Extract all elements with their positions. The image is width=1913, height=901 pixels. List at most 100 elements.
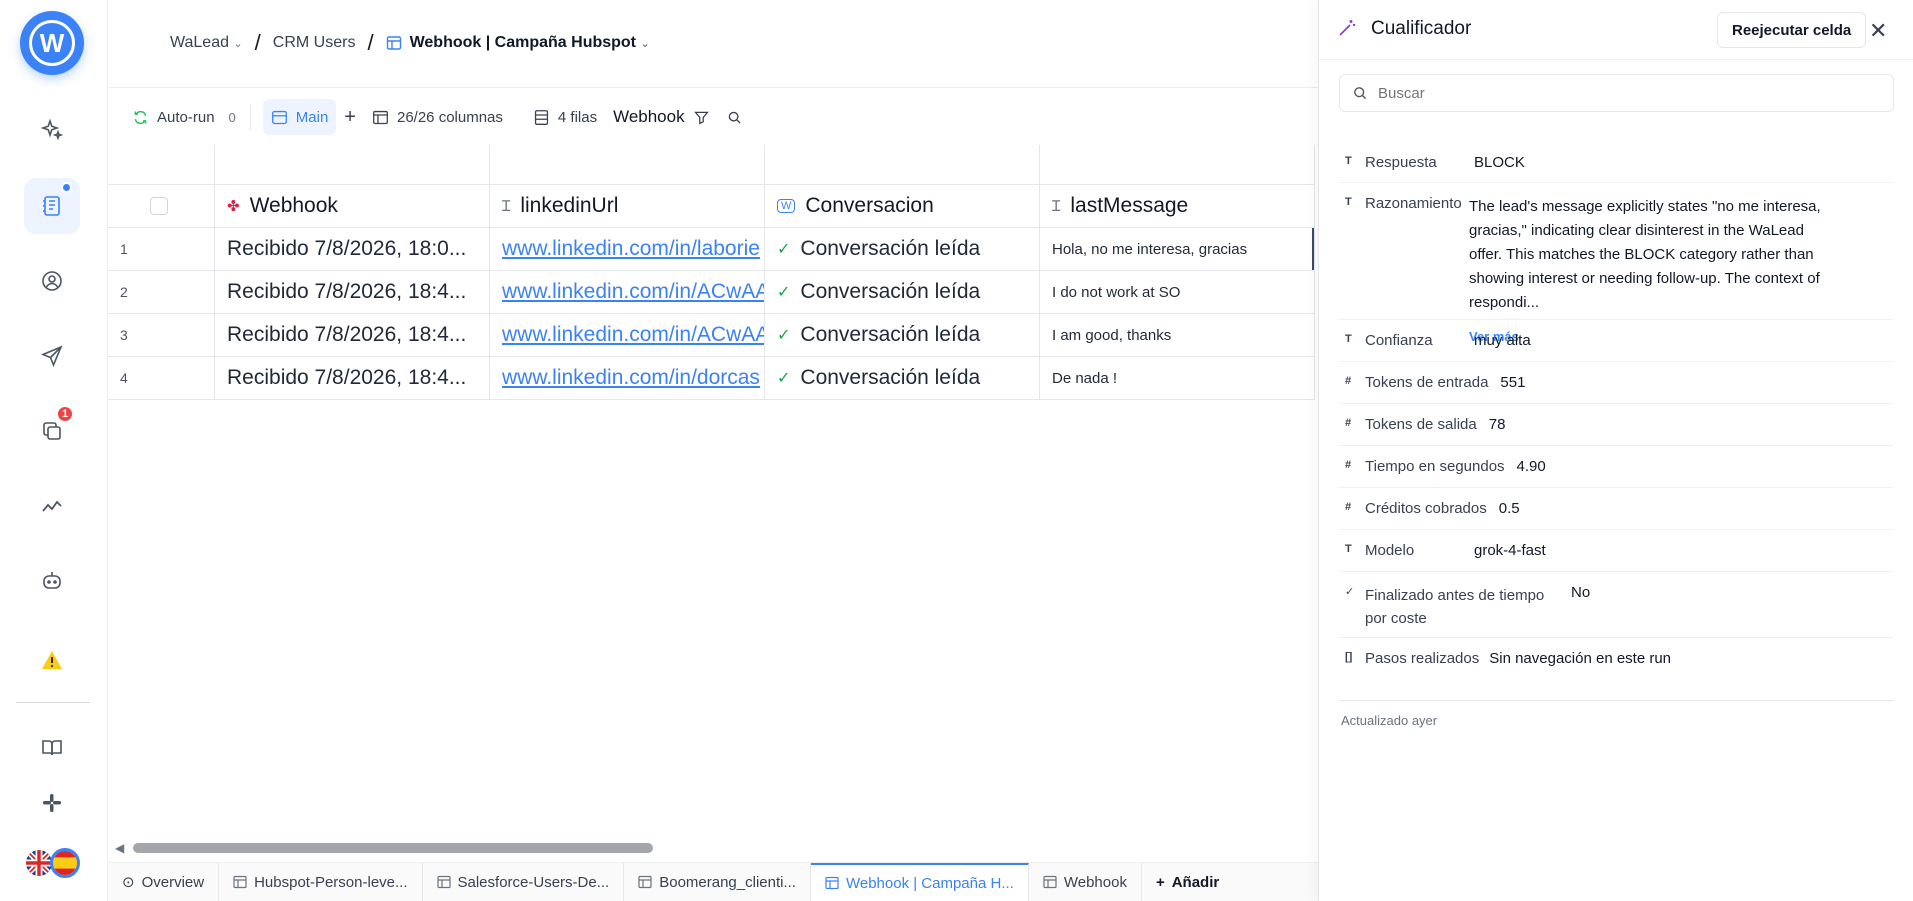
user-icon[interactable]	[24, 253, 80, 309]
tables-icon[interactable]	[24, 178, 80, 234]
sidebar-divider	[16, 702, 90, 703]
rows-icon	[534, 109, 548, 125]
tab-webhook[interactable]: Webhook	[1029, 862, 1142, 901]
tab-boomerang[interactable]: Boomerang_clienti...	[624, 862, 811, 901]
walead-icon: W	[777, 199, 796, 213]
breadcrumb: WaLead ⌄ / CRM Users / Webhook | Campaña…	[170, 30, 650, 56]
check-icon: ✓	[777, 370, 791, 387]
select-all-checkbox[interactable]	[150, 197, 168, 215]
plus-icon: +	[1155, 873, 1165, 891]
columns-button[interactable]: 26/26 columnas	[364, 99, 511, 135]
table-icon	[233, 875, 247, 889]
warning-icon[interactable]	[24, 632, 80, 688]
autorun-button[interactable]: Auto-run 0	[124, 99, 244, 135]
text-type-icon: Ɪ	[502, 198, 511, 215]
copy-icon[interactable]: 1	[24, 403, 80, 459]
analytics-icon[interactable]	[24, 478, 80, 534]
scrollbar-thumb[interactable]	[133, 843, 653, 853]
breadcrumb-section[interactable]: CRM Users	[273, 34, 356, 52]
search-input[interactable]	[1378, 84, 1858, 102]
scroll-left-icon[interactable]: ◀	[115, 841, 124, 855]
column-header-conversacion[interactable]: W Conversacion	[765, 185, 1040, 227]
text-type-icon: T	[1345, 543, 1352, 555]
chevron-down-icon: ⌄	[640, 38, 650, 50]
toolbar-divider	[249, 104, 251, 130]
field-finalizado: ✓ Finalizado antes de tiempo por coste N…	[1339, 572, 1894, 638]
table-row[interactable]: 2 Recibido 7/8/2026, 18:4... www.linkedi…	[108, 271, 1315, 314]
field-pasos: [] Pasos realizados Sin navegación en es…	[1339, 638, 1894, 680]
data-grid: ✤ Webhook ꞮlinkedinUrl W Conversacion Ɪlas…	[108, 145, 1318, 400]
select-all-cell	[108, 185, 215, 227]
slack-icon[interactable]	[24, 775, 80, 831]
field-razonamiento: T Razonamiento The lead's message explic…	[1339, 183, 1894, 344]
text-type-icon: T	[1345, 196, 1352, 208]
table-row[interactable]: 4 Recibido 7/8/2026, 18:4... www.linkedi…	[108, 357, 1315, 400]
magic-wand-icon	[1339, 20, 1355, 36]
panel-title: Cualificador	[1371, 18, 1472, 39]
header: WaLead ⌄ / CRM Users / Webhook | Campaña…	[108, 0, 1318, 88]
tab-hubspot[interactable]: Hubspot-Person-leve...	[219, 862, 423, 901]
table-row[interactable]: 3 Recibido 7/8/2026, 18:4... www.linkedi…	[108, 314, 1315, 357]
docs-icon[interactable]	[24, 720, 80, 776]
linkedin-link[interactable]: www.linkedin.com/in/laborie	[502, 237, 760, 261]
checkbox-type-icon: ✓	[1345, 586, 1355, 598]
sidebar: W 1	[0, 0, 108, 901]
circle-icon: ⊙	[122, 874, 135, 891]
walead-logo[interactable]: W	[20, 11, 84, 75]
cell-detail-panel: Cualificador Reejecutar celda ✕ T Respue…	[1318, 0, 1913, 901]
bot-icon[interactable]	[24, 553, 80, 609]
filter-icon	[693, 111, 709, 124]
updated-timestamp: Actualizado ayer	[1341, 713, 1438, 728]
text-type-icon: T	[1345, 333, 1352, 345]
column-header-webhook[interactable]: ✤ Webhook	[215, 185, 490, 227]
number-type-icon: #	[1345, 459, 1352, 471]
tab-salesforce[interactable]: Salesforce-Users-De...	[423, 862, 625, 901]
field-confianza: T Confianza muy alta	[1339, 320, 1894, 362]
column-header-lastmessage[interactable]: ꞮlastMessage	[1040, 185, 1315, 227]
field-tiempo: # Tiempo en segundos 4.90	[1339, 446, 1894, 488]
table-tabs: ⊙ Overview Hubspot-Person-leve... Salesfo…	[108, 862, 1318, 901]
table-row[interactable]: 1 Recibido 7/8/2026, 18:0... www.linkedi…	[108, 228, 1315, 271]
breadcrumb-workspace[interactable]: WaLead ⌄	[170, 34, 243, 52]
notification-badge: 1	[56, 405, 74, 423]
filter-button[interactable]: Webhook	[605, 99, 718, 135]
spain-flag-icon[interactable]	[50, 848, 80, 878]
linkedin-link[interactable]: www.linkedin.com/in/dorcas	[502, 366, 760, 390]
horizontal-scrollbar[interactable]: ◀	[115, 841, 1315, 855]
breadcrumb-table[interactable]: Webhook | Campaña Hubspot ⌄	[410, 34, 650, 52]
breadcrumb-separator: /	[367, 30, 374, 55]
tab-overview[interactable]: ⊙ Overview	[108, 862, 220, 901]
notification-dot	[61, 182, 72, 193]
panel-search[interactable]	[1339, 74, 1894, 112]
divider	[1339, 700, 1894, 701]
number-type-icon: #	[1345, 501, 1352, 513]
number-type-icon: #	[1345, 417, 1352, 429]
field-list: T Respuesta BLOCK T Razonamiento The lea…	[1339, 140, 1894, 680]
rerun-cell-button[interactable]: Reejecutar celda	[1717, 12, 1867, 48]
sparkle-icon[interactable]	[24, 102, 80, 158]
columns-icon	[373, 110, 388, 124]
linkedin-link[interactable]: www.linkedin.com/in/ACwAA	[502, 280, 764, 304]
table-icon	[271, 110, 287, 124]
text-type-icon: T	[1345, 155, 1352, 167]
search-icon	[1354, 87, 1367, 100]
autorun-count: 0	[228, 109, 236, 125]
table-icon	[386, 36, 401, 50]
table-icon	[638, 875, 652, 889]
linkedin-link[interactable]: www.linkedin.com/in/ACwAA	[502, 323, 764, 347]
add-view-button[interactable]: +	[336, 99, 364, 135]
rows-button[interactable]: 4 filas	[525, 99, 605, 135]
table-icon	[825, 876, 839, 890]
language-switcher[interactable]	[24, 848, 86, 878]
column-header-linkedinurl[interactable]: ꞮlinkedinUrl	[490, 185, 765, 227]
header-row: ✤ Webhook ꞮlinkedinUrl W Conversacion Ɪlas…	[108, 185, 1315, 228]
chevron-down-icon: ⌄	[233, 38, 243, 50]
field-creditos: # Créditos cobrados 0.5	[1339, 488, 1894, 530]
search-button[interactable]	[718, 99, 751, 135]
close-icon[interactable]: ✕	[1869, 18, 1887, 44]
field-tokens-entrada: # Tokens de entrada 551	[1339, 362, 1894, 404]
view-main-tab[interactable]: Main	[262, 99, 337, 135]
add-table-button[interactable]: + Añadir	[1142, 863, 1233, 901]
tab-webhook-campana[interactable]: Webhook | Campaña H...	[810, 862, 1029, 901]
send-icon[interactable]	[24, 328, 80, 384]
